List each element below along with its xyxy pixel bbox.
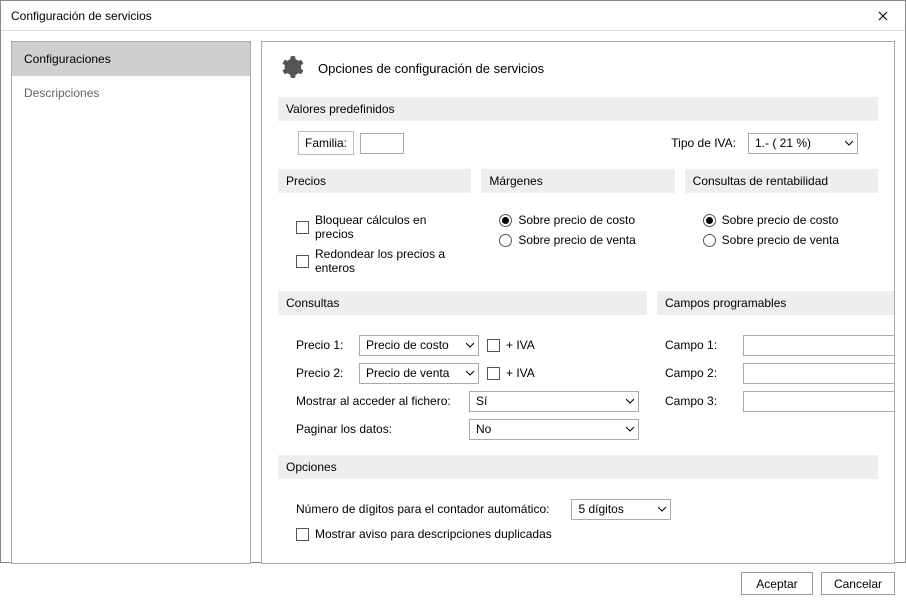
sidebar-item-descripciones[interactable]: Descripciones bbox=[12, 76, 250, 110]
radio-icon bbox=[703, 234, 716, 247]
cancel-button[interactable]: Cancelar bbox=[821, 572, 895, 595]
dialog-window: Configuración de servicios Configuracion… bbox=[0, 0, 906, 563]
campo2-label: Campo 2: bbox=[665, 366, 735, 380]
chevron-down-icon bbox=[620, 397, 634, 405]
radio-icon bbox=[499, 214, 512, 227]
checkbox-icon bbox=[487, 367, 500, 380]
paginar-value: No bbox=[476, 422, 491, 436]
campo1-label: Campo 1: bbox=[665, 338, 735, 352]
accept-button[interactable]: Aceptar bbox=[741, 572, 813, 595]
mostrar-label: Mostrar al acceder al fichero: bbox=[296, 394, 461, 408]
check-label: Mostrar aviso para descripciones duplica… bbox=[315, 527, 552, 541]
precio1-select[interactable]: Precio de costo bbox=[359, 335, 479, 356]
iva-label: Tipo de IVA: bbox=[671, 136, 736, 150]
precio2-value: Precio de venta bbox=[366, 366, 449, 380]
campo3-label: Campo 3: bbox=[665, 394, 735, 408]
section-rentabilidad-head: Consultas de rentabilidad bbox=[685, 169, 878, 193]
chevron-down-icon bbox=[652, 505, 666, 513]
iva-select[interactable]: 1.- ( 21 %) bbox=[748, 133, 858, 154]
mostrar-select[interactable]: Sí bbox=[469, 391, 639, 412]
sidebar-item-label: Configuraciones bbox=[24, 52, 111, 66]
section-valores-head: Valores predefinidos bbox=[278, 97, 878, 121]
close-button[interactable] bbox=[861, 1, 905, 31]
content-panel: Opciones de configuración de servicios V… bbox=[261, 41, 895, 564]
precio1-label: Precio 1: bbox=[296, 338, 351, 352]
digitos-value: 5 dígitos bbox=[578, 502, 623, 516]
checkbox-icon bbox=[487, 339, 500, 352]
radio-icon bbox=[499, 234, 512, 247]
radio-label: Sobre precio de costo bbox=[518, 213, 635, 227]
mostrar-value: Sí bbox=[476, 394, 487, 408]
iva-value: 1.- ( 21 %) bbox=[755, 136, 811, 150]
radio-rent-costo[interactable]: Sobre precio de costo bbox=[703, 213, 870, 227]
section-consultas-head: Consultas bbox=[278, 291, 647, 315]
sidebar: Configuraciones Descripciones bbox=[11, 41, 251, 564]
radio-margen-venta[interactable]: Sobre precio de venta bbox=[499, 233, 666, 247]
precio2-select[interactable]: Precio de venta bbox=[359, 363, 479, 384]
campo2-input[interactable] bbox=[743, 363, 895, 384]
sidebar-item-configuraciones[interactable]: Configuraciones bbox=[12, 42, 250, 76]
campo3-input[interactable] bbox=[743, 391, 895, 412]
check-label: + IVA bbox=[506, 366, 535, 380]
checkbox-icon bbox=[296, 221, 309, 234]
check-label: + IVA bbox=[506, 338, 535, 352]
radio-label: Sobre precio de venta bbox=[518, 233, 635, 247]
radio-label: Sobre precio de costo bbox=[722, 213, 839, 227]
titlebar: Configuración de servicios bbox=[1, 1, 905, 31]
section-margenes-head: Márgenes bbox=[481, 169, 674, 193]
window-title: Configuración de servicios bbox=[11, 9, 861, 23]
check-bloquear[interactable]: Bloquear cálculos en precios bbox=[296, 213, 463, 241]
radio-margen-costo[interactable]: Sobre precio de costo bbox=[499, 213, 666, 227]
check-precio1-iva[interactable]: + IVA bbox=[487, 338, 535, 352]
radio-rent-venta[interactable]: Sobre precio de venta bbox=[703, 233, 870, 247]
chevron-down-icon bbox=[620, 425, 634, 433]
sidebar-item-label: Descripciones bbox=[24, 86, 99, 100]
page-title: Opciones de configuración de servicios bbox=[318, 61, 544, 76]
check-precio2-iva[interactable]: + IVA bbox=[487, 366, 535, 380]
content-header: Opciones de configuración de servicios bbox=[278, 54, 878, 83]
digitos-select[interactable]: 5 dígitos bbox=[571, 499, 671, 520]
gear-icon bbox=[278, 54, 304, 83]
paginar-label: Paginar los datos: bbox=[296, 422, 461, 436]
precio1-value: Precio de costo bbox=[366, 338, 449, 352]
check-redondear[interactable]: Redondear los precios a enteros bbox=[296, 247, 463, 275]
digitos-label: Número de dígitos para el contador autom… bbox=[296, 502, 549, 516]
radio-icon bbox=[703, 214, 716, 227]
familia-input[interactable] bbox=[360, 133, 404, 154]
section-precios-head: Precios bbox=[278, 169, 471, 193]
section-campos-head: Campos programables bbox=[657, 291, 895, 315]
checkbox-icon bbox=[296, 528, 309, 541]
check-aviso-duplicadas[interactable]: Mostrar aviso para descripciones duplica… bbox=[296, 527, 870, 541]
campo1-input[interactable] bbox=[743, 335, 895, 356]
chevron-down-icon bbox=[839, 139, 853, 147]
paginar-select[interactable]: No bbox=[469, 419, 639, 440]
radio-label: Sobre precio de venta bbox=[722, 233, 839, 247]
close-icon bbox=[878, 11, 888, 21]
chevron-down-icon bbox=[460, 341, 474, 349]
chevron-down-icon bbox=[460, 369, 474, 377]
check-label: Bloquear cálculos en precios bbox=[315, 213, 463, 241]
dialog-footer: Aceptar Cancelar bbox=[11, 564, 895, 595]
checkbox-icon bbox=[296, 255, 309, 268]
check-label: Redondear los precios a enteros bbox=[315, 247, 463, 275]
familia-label: Familia: bbox=[298, 131, 354, 155]
precio2-label: Precio 2: bbox=[296, 366, 351, 380]
section-opciones-head: Opciones bbox=[278, 455, 878, 479]
